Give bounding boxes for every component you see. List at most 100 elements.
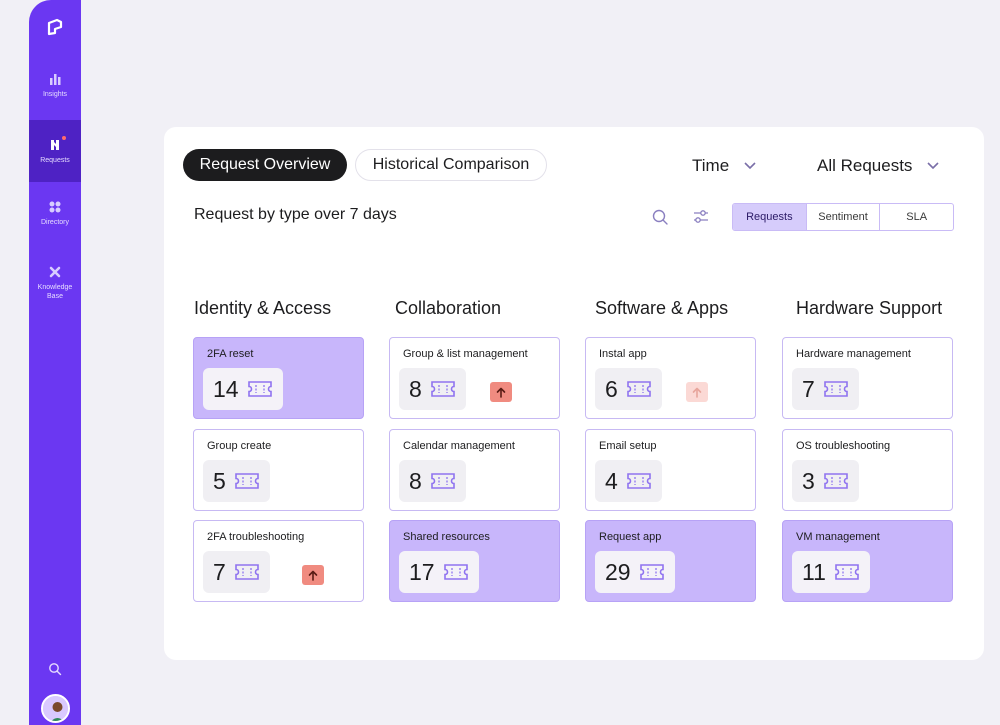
column-title: Identity & Access <box>194 298 332 318</box>
sidebar-item-requests[interactable]: Requests <box>29 120 81 182</box>
count-box: 7 <box>203 551 270 593</box>
count-box: 14 <box>203 368 283 410</box>
tab-request-overview[interactable]: Request Overview <box>183 149 347 181</box>
column-title: Software & Apps <box>595 298 729 318</box>
arrow-up-icon <box>308 570 318 581</box>
ticket-icon <box>823 381 848 397</box>
count-box: 8 <box>399 368 466 410</box>
requests-dropdown[interactable]: All Requests <box>817 155 940 177</box>
card-title: Group & list management <box>403 348 528 360</box>
notification-dot <box>62 136 66 140</box>
arrow-up-icon <box>496 387 506 398</box>
ticket-icon <box>626 473 651 489</box>
tab-historical-comparison[interactable]: Historical Comparison <box>355 149 547 181</box>
view-segmented-control: Requests Sentiment SLA <box>732 203 954 231</box>
chevron-down-icon <box>744 162 756 170</box>
ticket-icon <box>247 381 272 397</box>
ticket-icon <box>626 381 651 397</box>
sidebar-item-insights[interactable]: Insights <box>29 54 81 116</box>
request-type-card[interactable]: 2FA reset 14 <box>193 337 364 419</box>
ticket-icon <box>430 473 455 489</box>
request-type-card[interactable]: Instal app 6 <box>585 337 756 419</box>
sidebar: Insights Requests Directory Knowledge Ba… <box>29 0 81 725</box>
ticket-icon <box>639 564 664 580</box>
request-count: 7 <box>802 375 815 402</box>
request-count: 8 <box>409 375 422 402</box>
segment-sla[interactable]: SLA <box>879 204 953 230</box>
request-count: 5 <box>213 467 226 494</box>
card-title: 2FA reset <box>207 348 254 360</box>
request-count: 3 <box>802 467 815 494</box>
request-type-card[interactable]: Calendar management 8 <box>389 429 560 511</box>
card-title: Calendar management <box>403 440 515 452</box>
sidebar-item-directory[interactable]: Directory <box>29 182 81 244</box>
column-title: Hardware Support <box>796 298 943 318</box>
count-box: 8 <box>399 460 466 502</box>
avatar[interactable] <box>41 694 70 723</box>
card-title: 2FA troubleshooting <box>207 531 305 543</box>
count-box: 6 <box>595 368 662 410</box>
card-title: Group create <box>207 440 272 452</box>
avatar-portrait-icon <box>43 696 68 721</box>
segment-sentiment[interactable]: Sentiment <box>805 204 880 230</box>
count-box: 4 <box>595 460 662 502</box>
trend-up-badge <box>490 382 512 402</box>
request-count: 11 <box>802 558 826 585</box>
ticket-icon <box>443 564 468 580</box>
trend-up-badge <box>302 565 324 585</box>
count-box: 11 <box>792 551 870 593</box>
request-type-card[interactable]: 2FA troubleshooting 7 <box>193 520 364 602</box>
request-count: 4 <box>605 467 618 494</box>
ticket-icon <box>823 473 848 489</box>
card-title: Hardware management <box>796 348 911 360</box>
count-box: 7 <box>792 368 859 410</box>
section-subtitle: Request by type over 7 days <box>194 206 397 223</box>
search-icon[interactable] <box>651 208 669 226</box>
sidebar-item-knowledge-base[interactable]: Knowledge Base <box>29 248 81 318</box>
ticket-icon <box>835 564 859 580</box>
request-type-card[interactable]: OS troubleshooting 3 <box>782 429 953 511</box>
request-count: 8 <box>409 467 422 494</box>
count-box: 3 <box>792 460 859 502</box>
column-title: Collaboration <box>395 298 502 318</box>
search-icon[interactable] <box>48 662 62 676</box>
card-title: Instal app <box>599 348 647 360</box>
count-box: 5 <box>203 460 270 502</box>
card-title: OS troubleshooting <box>796 440 891 452</box>
trend-up-badge <box>686 382 708 402</box>
ticket-icon <box>234 473 259 489</box>
request-type-card[interactable]: Request app 29 <box>585 520 756 602</box>
ticket-icon <box>234 564 259 580</box>
request-type-card[interactable]: Shared resources 17 <box>389 520 560 602</box>
sidebar-item-label: Knowledge Base <box>37 284 73 300</box>
request-type-card[interactable]: Group & list management 8 <box>389 337 560 419</box>
sidebar-item-label: Requests <box>40 156 70 164</box>
arrow-up-icon <box>692 387 702 398</box>
time-dropdown[interactable]: Time <box>692 155 757 177</box>
request-type-card[interactable]: Group create 5 <box>193 429 364 511</box>
card-title: Shared resources <box>403 531 490 543</box>
card-title: VM management <box>796 531 880 543</box>
count-box: 17 <box>399 551 479 593</box>
sidebar-item-label: Insights <box>42 90 68 98</box>
request-count: 14 <box>213 375 239 402</box>
card-title: Email setup <box>599 440 657 452</box>
x-cross-icon <box>49 266 61 278</box>
requests-dropdown-label: All Requests <box>817 156 913 175</box>
request-type-card[interactable]: VM management 11 <box>782 520 953 602</box>
chevron-down-icon <box>927 162 940 170</box>
requests-icon <box>51 139 59 150</box>
request-count: 7 <box>213 558 226 585</box>
request-type-card[interactable]: Email setup 4 <box>585 429 756 511</box>
request-type-card[interactable]: Hardware management 7 <box>782 337 953 419</box>
request-count: 29 <box>605 558 631 585</box>
sidebar-item-label: Directory <box>40 218 69 226</box>
request-count: 17 <box>409 558 435 585</box>
request-count: 6 <box>605 375 618 402</box>
grid-icon <box>49 201 61 212</box>
segment-requests[interactable]: Requests <box>733 204 806 230</box>
bar-chart-icon <box>50 73 61 85</box>
time-dropdown-label: Time <box>692 156 730 175</box>
ticket-icon <box>430 381 455 397</box>
filter-sliders-icon[interactable] <box>692 208 710 226</box>
